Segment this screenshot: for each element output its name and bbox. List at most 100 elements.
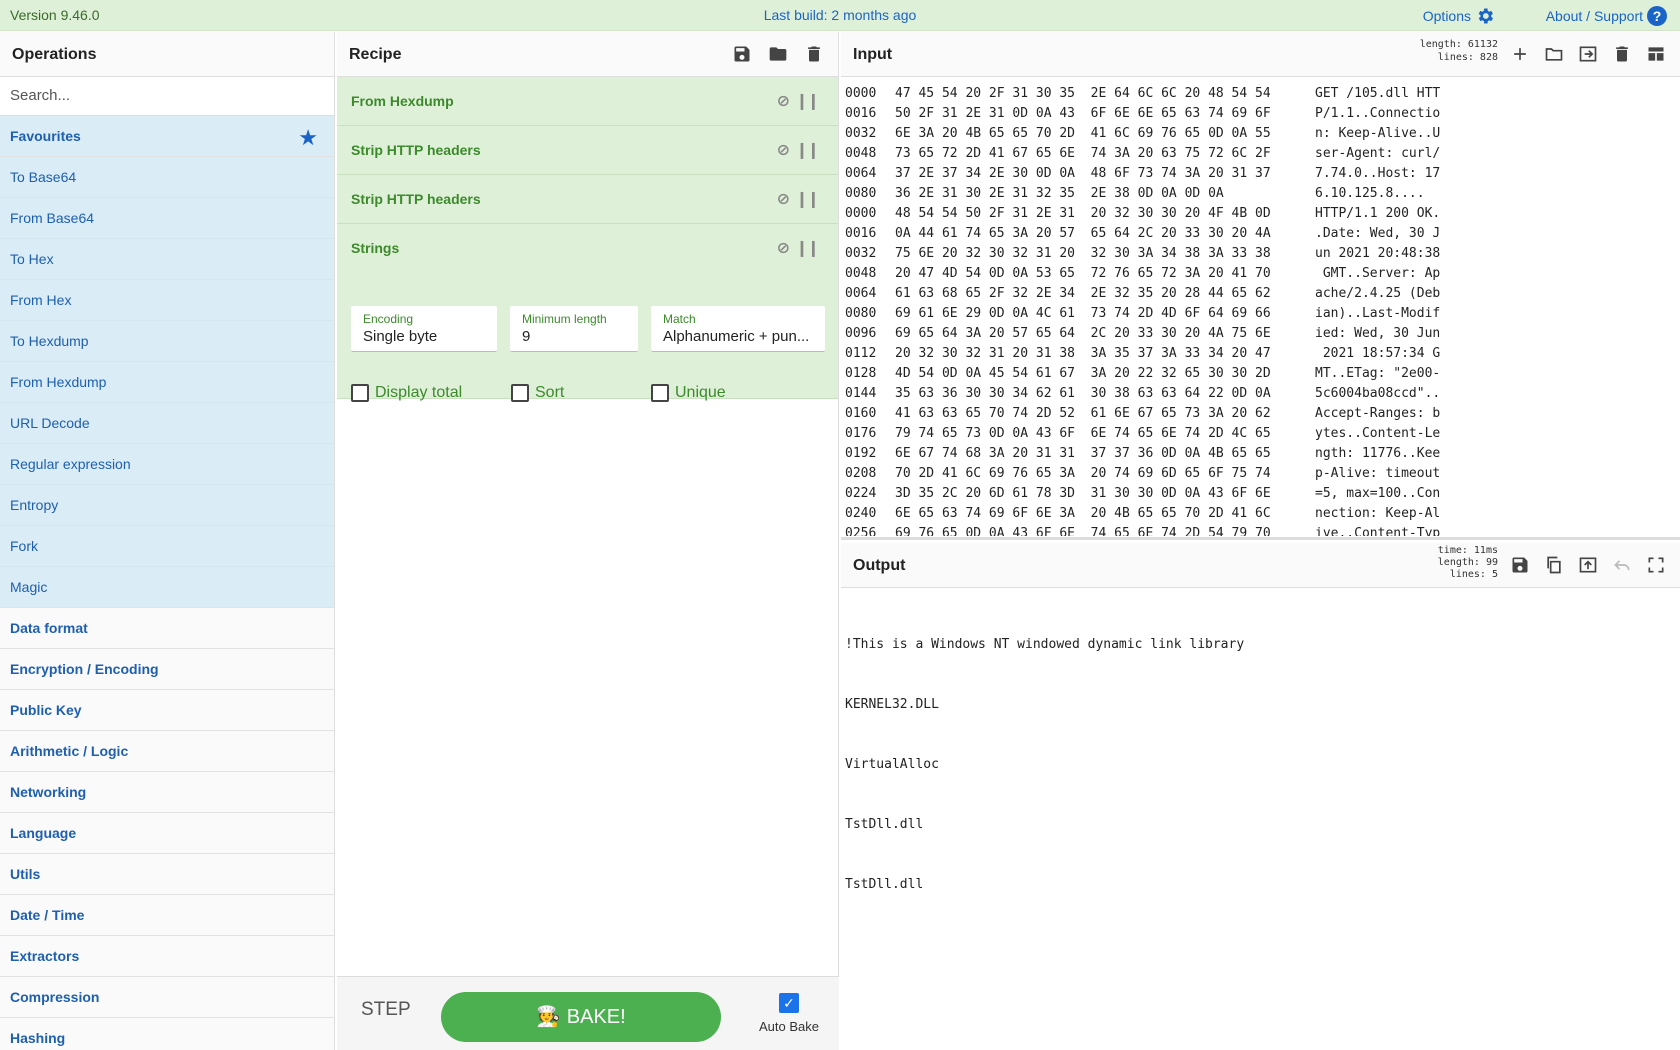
category-extractors[interactable]: Extractors (0, 936, 334, 977)
folder-icon[interactable] (768, 44, 788, 64)
open-folder-icon[interactable] (1544, 44, 1564, 64)
output-pane: Output time: 11ms length: 99 lines: 5 !T… (841, 543, 1680, 1050)
category-public-key[interactable]: Public Key (0, 690, 334, 731)
op-url-decode[interactable]: URL Decode (0, 403, 334, 444)
trash-icon[interactable] (804, 44, 824, 64)
disable-icon[interactable]: ⊘ (777, 91, 790, 111)
hex-ascii: ian)..Last-Modif (1315, 306, 1441, 321)
options-link[interactable]: Options (1423, 6, 1495, 26)
checkbox-box[interactable] (351, 384, 369, 402)
op-from-base64[interactable]: From Base64 (0, 198, 334, 239)
auto-bake-toggle[interactable]: ✓ Auto Bake (749, 993, 829, 1034)
disable-icon[interactable]: ⊘ (777, 189, 790, 209)
op-from-hex[interactable]: From Hex (0, 280, 334, 321)
checkmark-icon[interactable]: ✓ (779, 993, 799, 1013)
category-networking[interactable]: Networking (0, 772, 334, 813)
bake-button[interactable]: 🧑‍🍳 BAKE! (441, 992, 721, 1042)
hex-offset: 0000 (845, 86, 877, 101)
minimum-length-label: Minimum length (522, 312, 607, 326)
op-fork[interactable]: Fork (0, 526, 334, 567)
category-data-format[interactable]: Data format (0, 608, 334, 649)
match-select[interactable]: Match Alphanumeric + pun... (651, 306, 825, 352)
operations-panel: Operations Search... Favourites ★ To Bas… (0, 32, 335, 1050)
output-line: !This is a Windows NT windowed dynamic l… (845, 637, 1245, 652)
breakpoint-icon[interactable]: ❙❙ (795, 140, 820, 160)
output-text[interactable]: !This is a Windows NT windowed dynamic l… (845, 595, 1665, 935)
add-tab-icon[interactable] (1510, 44, 1530, 64)
hex-ascii: GET /105.dll HTT (1315, 86, 1441, 101)
minimum-length-input[interactable]: Minimum length 9 (510, 306, 638, 352)
category-favourites[interactable]: Favourites ★ (0, 116, 334, 157)
breakpoint-icon[interactable]: ❙❙ (795, 238, 820, 258)
hex-ascii: n: Keep-Alive..U (1315, 126, 1441, 141)
clear-input-icon[interactable] (1612, 44, 1632, 64)
maximize-icon[interactable] (1646, 555, 1666, 575)
encoding-select[interactable]: Encoding Single byte (351, 306, 497, 352)
recipe-header: Recipe (337, 32, 838, 77)
hex-ascii: ytes..Content-Le (1315, 426, 1441, 441)
hexdump-row: 0000 48 54 54 50 2F 31 2E 31 20 32 30 30 … (845, 204, 1665, 224)
category-encryption-encoding[interactable]: Encryption / Encoding (0, 649, 334, 690)
hex-ascii: HTTP/1.1 200 OK. (1315, 206, 1441, 221)
step-button[interactable]: STEP (361, 999, 411, 1021)
open-file-icon[interactable] (1578, 44, 1598, 64)
op-to-base64[interactable]: To Base64 (0, 157, 334, 198)
save-icon[interactable] (732, 44, 752, 64)
hex-ascii: MT..ETag: "2e00- (1315, 366, 1441, 381)
hex-offset: 0032 (845, 246, 877, 261)
hexdump-row: 0016 0A 44 61 74 65 3A 20 57 65 64 2C 20 … (845, 224, 1665, 244)
hex-bytes: 48 54 54 50 2F 31 2E 31 20 32 30 30 20 4… (895, 206, 1271, 221)
sort-label: Sort (535, 384, 565, 401)
recipe-title: Recipe (349, 46, 402, 63)
breakpoint-icon[interactable]: ❙❙ (795, 91, 820, 111)
category-date-time[interactable]: Date / Time (0, 895, 334, 936)
op-from-hexdump[interactable]: From Hexdump (0, 362, 334, 403)
category-compression[interactable]: Compression (0, 977, 334, 1018)
hex-ascii: GMT..Server: Ap (1315, 266, 1441, 281)
category-arithmetic-logic[interactable]: Arithmetic / Logic (0, 731, 334, 772)
recipe-op-from-hexdump[interactable]: From Hexdump ⊘ ❙❙ (337, 77, 838, 126)
checkbox-box[interactable] (511, 384, 529, 402)
hexdump-row: 0224 3D 35 2C 20 6D 61 78 3D 31 30 30 0D … (845, 484, 1665, 504)
display-total-checkbox[interactable]: Display total (351, 384, 462, 402)
input-title: Input (853, 46, 893, 63)
output-lines: lines: 5 (1449, 569, 1498, 580)
category-hashing[interactable]: Hashing (0, 1018, 334, 1050)
hex-bytes: 75 6E 20 32 30 32 31 20 32 30 3A 34 38 3… (895, 246, 1271, 261)
copy-icon[interactable] (1544, 555, 1564, 575)
layout-icon[interactable] (1646, 44, 1666, 64)
hex-ascii: .Date: Wed, 30 J (1315, 226, 1441, 241)
help-icon: ? (1647, 6, 1667, 26)
recipe-op-strip-http-headers[interactable]: Strip HTTP headers ⊘ ❙❙ (337, 126, 838, 175)
op-to-hex[interactable]: To Hex (0, 239, 334, 280)
checkbox-box[interactable] (651, 384, 669, 402)
unique-checkbox[interactable]: Unique (651, 384, 726, 402)
replace-input-icon[interactable] (1578, 555, 1598, 575)
op-to-hexdump[interactable]: To Hexdump (0, 321, 334, 362)
disable-icon[interactable]: ⊘ (777, 140, 790, 160)
output-line: KERNEL32.DLL (845, 697, 939, 712)
hex-bytes: 20 32 30 32 31 20 31 38 3A 35 37 3A 33 3… (895, 346, 1271, 361)
hex-bytes: 69 61 6E 29 0D 0A 4C 61 73 74 2D 4D 6F 6… (895, 306, 1271, 321)
recipe-op-strip-http-headers[interactable]: Strip HTTP headers ⊘ ❙❙ (337, 175, 838, 224)
breakpoint-icon[interactable]: ❙❙ (795, 189, 820, 209)
sort-checkbox[interactable]: Sort (511, 384, 564, 402)
io-panel: Input length: 61132 lines: 828 0000 47 45… (841, 32, 1680, 1050)
undo-icon[interactable] (1612, 555, 1632, 575)
input-textarea[interactable]: 0000 47 45 54 20 2F 31 30 35 2E 64 6C 6C … (845, 84, 1665, 536)
category-language[interactable]: Language (0, 813, 334, 854)
hexdump-row: 0032 75 6E 20 32 30 32 31 20 32 30 3A 34 … (845, 244, 1665, 264)
save-output-icon[interactable] (1510, 555, 1530, 575)
op-entropy[interactable]: Entropy (0, 485, 334, 526)
about-support-link[interactable]: About / Support ? (1546, 6, 1667, 26)
hex-offset: 0080 (845, 186, 877, 201)
hex-bytes: 69 65 64 3A 20 57 65 64 2C 20 33 30 20 4… (895, 326, 1271, 341)
search-input[interactable]: Search... (0, 77, 334, 116)
op-regular-expression[interactable]: Regular expression (0, 444, 334, 485)
hex-ascii: ser-Agent: curl/ (1315, 146, 1441, 161)
op-magic[interactable]: Magic (0, 567, 334, 608)
recipe-op-strings[interactable]: Strings ⊘ ❙❙ Encoding Single byte Minimu… (337, 224, 838, 402)
hex-bytes: 37 2E 37 34 2E 30 0D 0A 48 6F 73 74 3A 2… (895, 166, 1271, 181)
disable-icon[interactable]: ⊘ (777, 238, 790, 258)
category-utils[interactable]: Utils (0, 854, 334, 895)
